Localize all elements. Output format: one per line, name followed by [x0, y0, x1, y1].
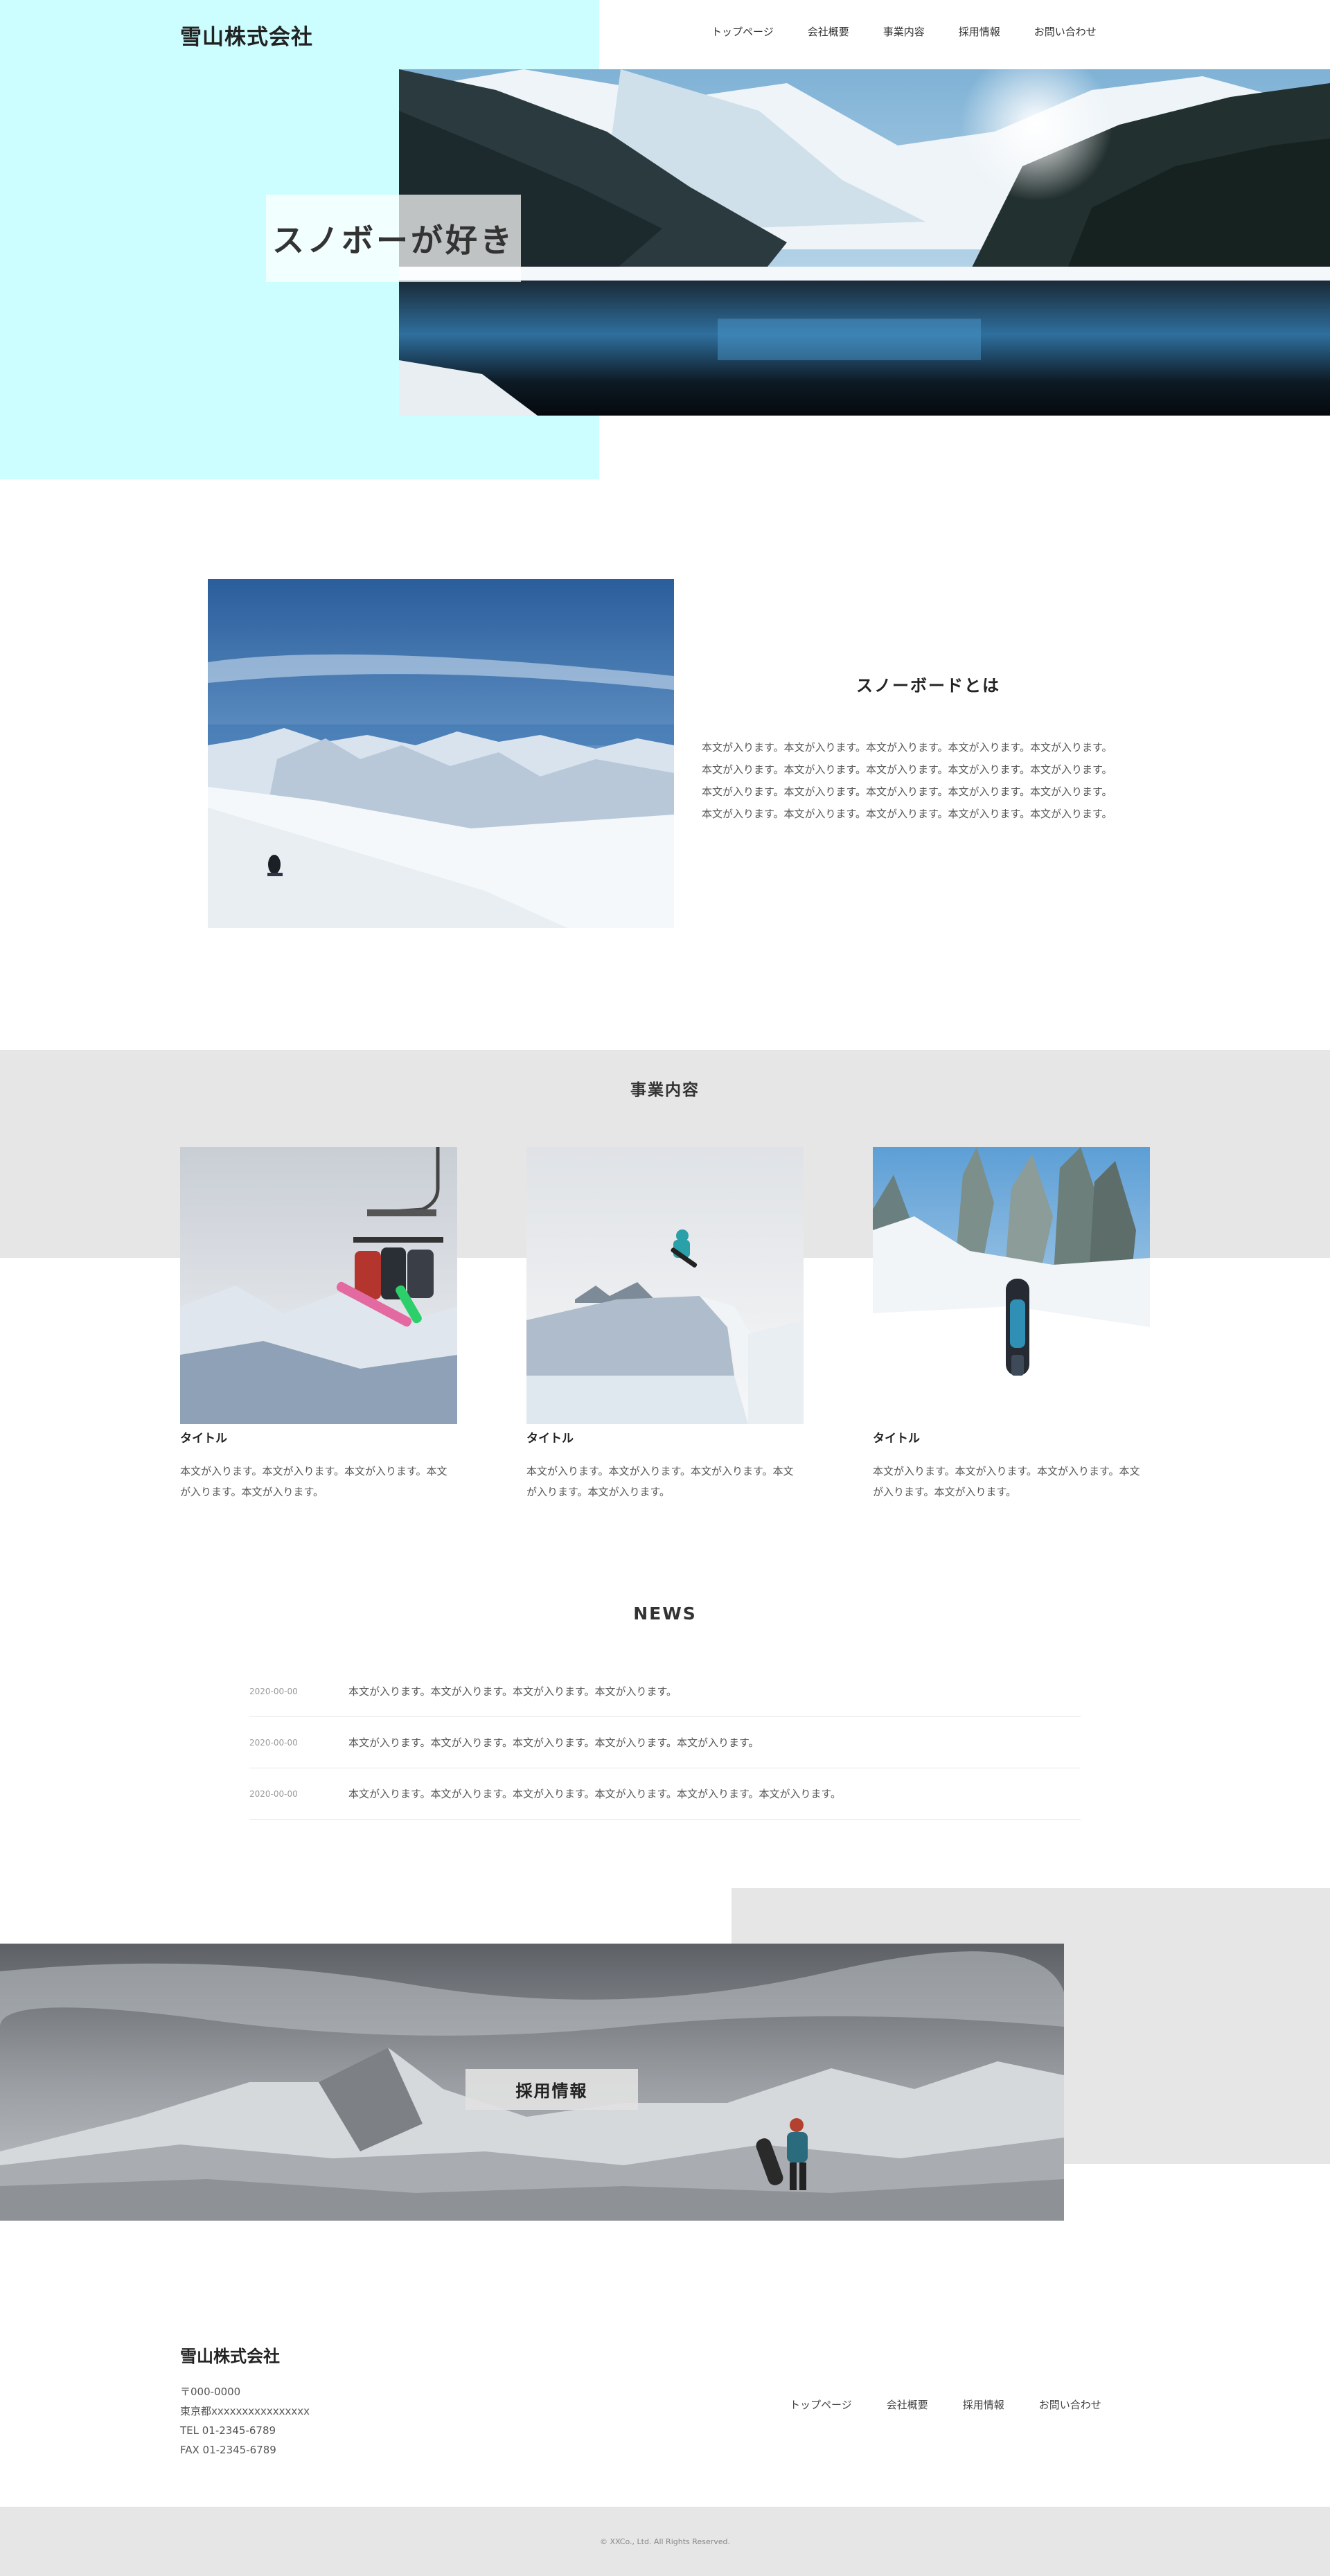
hero-title-box: スノボーが好き	[266, 195, 521, 282]
footer-nav-contact[interactable]: お問い合わせ	[1039, 2397, 1101, 2412]
about-line: 本文が入ります。本文が入ります。本文が入ります。本文が入ります。本文が入ります。	[702, 763, 1112, 776]
news-item[interactable]: 2020-00-00 本文が入ります。本文が入ります。本文が入ります。本文が入り…	[249, 1717, 1081, 1768]
service-card-text: 本文が入ります。本文が入ります。本文が入ります。本文が入ります。本文が入ります。	[873, 1465, 1140, 1498]
nav-item-contact[interactable]: お問い合わせ	[1034, 24, 1097, 39]
news-list: 2020-00-00 本文が入ります。本文が入ります。本文が入ります。本文が入り…	[249, 1666, 1081, 1820]
about-title: スノーボードとは	[856, 676, 1000, 695]
copyright-bar: © XXCo., Ltd. All Rights Reserved.	[0, 2507, 1330, 2576]
hero-title: スノボーが好き	[272, 222, 515, 259]
hero-image-mountain-lake	[399, 69, 1330, 416]
news-date: 2020-00-00	[249, 1686, 298, 1696]
services-heading: 事業内容	[630, 1081, 700, 1099]
about-line: 本文が入ります。本文が入ります。本文が入ります。本文が入ります。本文が入ります。	[702, 741, 1112, 754]
news-item[interactable]: 2020-00-00 本文が入ります。本文が入ります。本文が入ります。本文が入り…	[249, 1768, 1081, 1820]
about-line: 本文が入ります。本文が入ります。本文が入ります。本文が入ります。本文が入ります。	[702, 808, 1112, 820]
service-image-jump	[526, 1147, 804, 1424]
nav-item-top[interactable]: トップページ	[711, 24, 774, 39]
recruit-button[interactable]: 採用情報	[466, 2069, 638, 2110]
service-image-chairlift	[180, 1147, 457, 1424]
news-date: 2020-00-00	[249, 1788, 298, 1799]
footer-address: 〒000-0000 東京都xxxxxxxxxxxxxxxx TEL 01-234…	[180, 2382, 310, 2460]
global-nav: トップページ 会社概要 事業内容 採用情報 お問い合わせ	[711, 24, 1097, 39]
footer-postal-code: 〒000-0000	[180, 2386, 241, 2398]
news-item[interactable]: 2020-00-00 本文が入ります。本文が入ります。本文が入ります。本文が入り…	[249, 1666, 1081, 1717]
footer-street-address: 東京都xxxxxxxxxxxxxxxx	[180, 2405, 310, 2417]
copyright-text: © XXCo., Ltd. All Rights Reserved.	[600, 2537, 730, 2546]
news-text: 本文が入ります。本文が入ります。本文が入ります。本文が入ります。	[348, 1685, 677, 1698]
footer-nav-top[interactable]: トップページ	[790, 2397, 852, 2412]
service-card[interactable]: タイトル 本文が入ります。本文が入ります。本文が入ります。本文が入ります。本文が…	[526, 1147, 804, 1502]
footer-nav: トップページ 会社概要 採用情報 お問い合わせ	[790, 2397, 1101, 2412]
about-line: 本文が入ります。本文が入ります。本文が入ります。本文が入ります。本文が入ります。	[702, 785, 1112, 798]
service-card-title: タイトル	[180, 1432, 227, 1446]
about-body: 本文が入ります。本文が入ります。本文が入ります。本文が入ります。本文が入ります。…	[702, 736, 1159, 825]
service-card-title: タイトル	[526, 1432, 574, 1446]
nav-item-recruit[interactable]: 採用情報	[959, 24, 1000, 39]
nav-item-company[interactable]: 会社概要	[808, 24, 849, 39]
news-text: 本文が入ります。本文が入ります。本文が入ります。本文が入ります。本文が入ります。	[348, 1736, 759, 1749]
news-heading: NEWS	[633, 1604, 697, 1624]
service-card[interactable]: タイトル 本文が入ります。本文が入ります。本文が入ります。本文が入ります。本文が…	[873, 1147, 1150, 1502]
news-text: 本文が入ります。本文が入ります。本文が入ります。本文が入ります。本文が入ります。…	[348, 1788, 842, 1800]
news-date: 2020-00-00	[249, 1737, 298, 1748]
about-image-snowboarder	[208, 579, 674, 928]
nav-item-business[interactable]: 事業内容	[883, 24, 925, 39]
service-card-text: 本文が入ります。本文が入ります。本文が入ります。本文が入ります。本文が入ります。	[180, 1465, 447, 1498]
service-card[interactable]: タイトル 本文が入ります。本文が入ります。本文が入ります。本文が入ります。本文が…	[180, 1147, 457, 1502]
service-image-forest-board	[873, 1147, 1150, 1424]
footer-tel: TEL 01-2345-6789	[180, 2424, 276, 2437]
site-logo[interactable]: 雪山株式会社	[180, 19, 313, 51]
service-card-text: 本文が入ります。本文が入ります。本文が入ります。本文が入ります。本文が入ります。	[526, 1465, 794, 1498]
footer-nav-company[interactable]: 会社概要	[887, 2397, 928, 2412]
service-card-title: タイトル	[873, 1432, 920, 1446]
footer-logo[interactable]: 雪山株式会社	[180, 2343, 280, 2367]
footer-fax: FAX 01-2345-6789	[180, 2444, 276, 2456]
footer-nav-recruit[interactable]: 採用情報	[963, 2397, 1004, 2412]
